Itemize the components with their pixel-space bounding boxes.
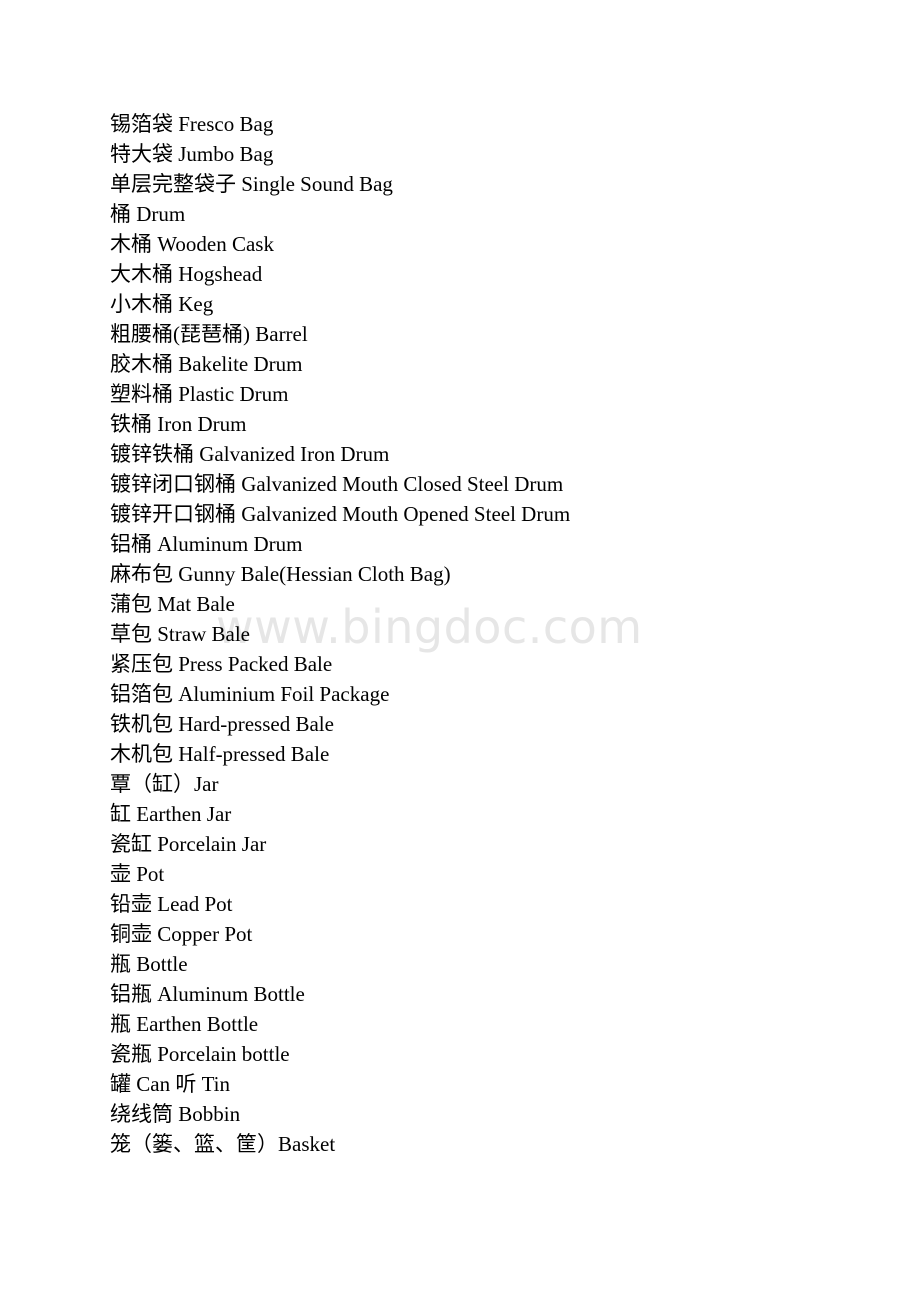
glossary-entry: 瓷缸 Porcelain Jar [110,832,267,856]
glossary-entry: 铝瓶 Aluminum Bottle [110,982,305,1006]
glossary-entry: 大木桶 Hogshead [110,262,263,286]
glossary-entry: 小木桶 Keg [110,292,214,316]
glossary-entry: 蒲包 Mat Bale [110,592,235,616]
glossary-entry: 铁机包 Hard-pressed Bale [110,712,334,736]
glossary-entry: 胶木桶 Bakelite Drum [110,352,303,376]
glossary-entry: 铝箔包 Aluminium Foil Package [110,682,390,706]
glossary-entry: 镀锌铁桶 Galvanized Iron Drum [110,442,390,466]
glossary-entry: 镀锌开口钢桶 Galvanized Mouth Opened Steel Dru… [110,502,571,526]
glossary-entry: 笼（篓、篮、筐）Basket [110,1132,336,1156]
glossary-entry: 木机包 Half-pressed Bale [110,742,330,766]
glossary-entry: 绕线筒 Bobbin [110,1102,241,1126]
glossary-entry: 铅壶 Lead Pot [110,892,233,916]
glossary-entry: 麻布包 Gunny Bale(Hessian Cloth Bag) [110,562,451,586]
glossary-entry: 壶 Pot [110,862,165,886]
glossary-entry: 草包 Straw Bale [110,622,250,646]
glossary-entry: 覃（缸）Jar [110,772,219,796]
glossary-entry: 镀锌闭口钢桶 Galvanized Mouth Closed Steel Dru… [110,472,564,496]
glossary-entry: 瓶 Bottle [110,952,188,976]
glossary-entry: 铁桶 Iron Drum [110,412,247,436]
glossary-entry: 罐 Can 听 Tin [110,1072,231,1096]
document-body: 锡箔袋 Fresco Bag 特大袋 Jumbo Bag 单层完整袋子 Single… [110,109,870,1159]
glossary-entry: 缸 Earthen Jar [110,802,232,826]
glossary-list: 锡箔袋 Fresco Bag 特大袋 Jumbo Bag 单层完整袋子 Single… [110,109,870,1159]
glossary-entry: 锡箔袋 Fresco Bag [110,112,274,136]
glossary-entry: 桶 Drum [110,202,186,226]
glossary-entry: 瓷瓶 Porcelain bottle [110,1042,290,1066]
glossary-entry: 单层完整袋子 Single Sound Bag [110,172,393,196]
glossary-entry: 粗腰桶(琵琶桶) Barrel [110,322,308,346]
glossary-entry: 特大袋 Jumbo Bag [110,142,274,166]
glossary-entry: 紧压包 Press Packed Bale [110,652,333,676]
glossary-entry: 瓶 Earthen Bottle [110,1012,259,1036]
glossary-entry: 铜壶 Copper Pot [110,922,253,946]
glossary-entry: 木桶 Wooden Cask [110,232,274,256]
document-page: www.bingdoc.com 锡箔袋 Fresco Bag 特大袋 Jumbo … [0,0,920,1302]
glossary-entry: 塑料桶 Plastic Drum [110,382,289,406]
glossary-entry: 铝桶 Aluminum Drum [110,532,303,556]
